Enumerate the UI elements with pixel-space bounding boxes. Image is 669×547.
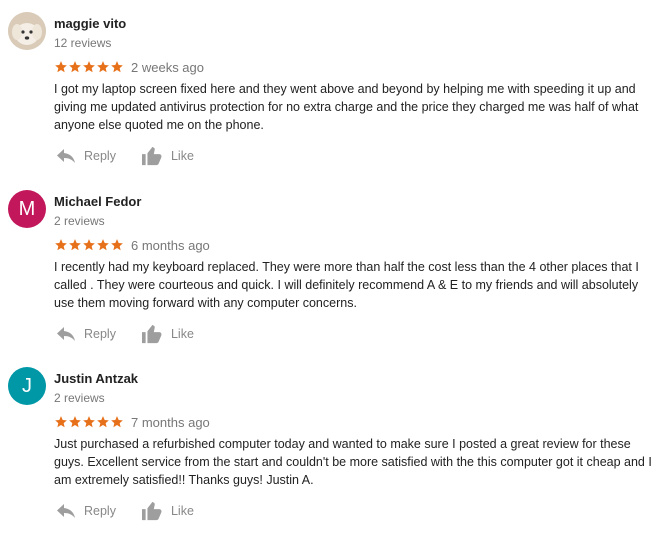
review-text: I got my laptop screen fixed here and th… [54, 82, 639, 132]
star-rating [54, 238, 124, 252]
reply-label: Reply [84, 327, 116, 341]
star-icon [55, 416, 67, 428]
star-icon [69, 61, 81, 73]
like-button[interactable]: Like [141, 324, 194, 344]
star-icon [55, 61, 67, 73]
thumbs-up-icon [141, 501, 162, 521]
review-date: 2 weeks ago [131, 59, 204, 75]
review-actions: Reply Like [56, 500, 194, 522]
star-icon [97, 239, 109, 251]
like-label: Like [170, 149, 194, 163]
reply-button[interactable]: Reply [56, 326, 116, 342]
like-label: Like [170, 327, 194, 341]
review-text: I recently had my keyboard replaced. The… [54, 260, 639, 310]
avatar[interactable]: J [8, 367, 46, 405]
review-text: Just purchased a refurbished computer to… [54, 437, 652, 487]
reviewer-name[interactable]: maggie vito [54, 16, 126, 31]
review-date: 7 months ago [131, 414, 210, 430]
star-icon [97, 61, 109, 73]
like-button[interactable]: Like [141, 501, 194, 521]
star-icon [111, 416, 123, 428]
reply-button[interactable]: Reply [56, 503, 116, 519]
review-count: 2 reviews [54, 214, 105, 228]
review-count: 2 reviews [54, 391, 105, 405]
reply-label: Reply [84, 149, 116, 163]
star-icon [83, 239, 95, 251]
avatar[interactable]: M [8, 190, 46, 228]
star-rating [54, 415, 124, 429]
star-icon [69, 239, 81, 251]
reply-icon [57, 504, 75, 518]
rating-row: 7 months ago [54, 414, 210, 430]
like-button[interactable]: Like [141, 146, 194, 166]
star-rating [54, 60, 124, 74]
reviewer-name[interactable]: Justin Antzak [54, 371, 138, 386]
star-icon [55, 239, 67, 251]
star-icon [83, 61, 95, 73]
star-icon [111, 239, 123, 251]
reply-button[interactable]: Reply [56, 148, 116, 164]
star-icon [83, 416, 95, 428]
star-icon [97, 416, 109, 428]
reply-icon [57, 327, 75, 341]
dog-photo-icon [8, 12, 46, 50]
review-date: 6 months ago [131, 237, 210, 253]
rating-row: 6 months ago [54, 237, 210, 253]
thumbs-up-icon [141, 146, 162, 166]
avatar-initial: J [22, 374, 32, 397]
like-label: Like [170, 504, 194, 518]
rating-row: 2 weeks ago [54, 59, 204, 75]
thumbs-up-icon [141, 324, 162, 344]
review-actions: Reply Like [56, 145, 194, 167]
avatar-initial: M [18, 197, 36, 220]
star-icon [111, 61, 123, 73]
avatar[interactable] [8, 12, 46, 50]
reviewer-name[interactable]: Michael Fedor [54, 194, 141, 209]
star-icon [69, 416, 81, 428]
reply-icon [57, 149, 75, 163]
reply-label: Reply [84, 504, 116, 518]
review-count: 12 reviews [54, 36, 112, 50]
review-actions: Reply Like [56, 323, 194, 345]
